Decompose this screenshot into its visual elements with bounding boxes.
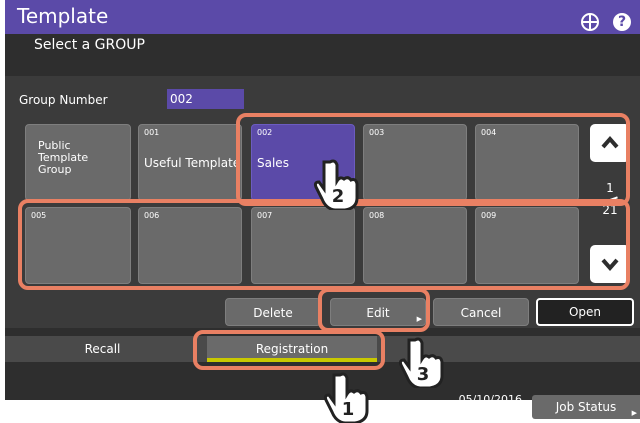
group-number-label: Group Number (19, 93, 108, 107)
status-time: 16:12 (490, 404, 522, 417)
callout-step2-top (236, 113, 630, 206)
group-tile-001[interactable]: 001 Useful Template (138, 124, 242, 201)
callout-step2-bottom (18, 199, 630, 290)
group-tile-name: Useful Template (144, 156, 241, 170)
title-bar: Template (5, 0, 640, 34)
status-datetime: 05/10/2016 16:12 (452, 394, 522, 416)
pointing-hand-icon: 1 (323, 372, 369, 423)
step-2-number: 2 (332, 186, 345, 207)
open-button[interactable]: Open (536, 298, 634, 326)
help-icon[interactable]: ? (613, 13, 631, 31)
job-status-label: Job Status (555, 400, 617, 414)
callout-registration (193, 330, 385, 370)
pointing-hand-icon: 2 (313, 159, 359, 210)
step-3-number: 3 (417, 364, 430, 385)
cancel-button[interactable]: Cancel (433, 298, 529, 326)
pointing-hand-icon: 3 (398, 337, 444, 388)
page-subtitle: Select a GROUP (34, 37, 145, 53)
callout-edit (318, 288, 430, 332)
step-1-number: 1 (342, 399, 355, 420)
job-status-button[interactable]: Job Status ▶ (532, 395, 640, 419)
public-template-group-label: Public Template Group (38, 139, 89, 176)
page-title: Template (17, 4, 109, 28)
delete-button[interactable]: Delete (225, 298, 321, 326)
globe-icon[interactable] (581, 13, 599, 31)
tab-recall[interactable]: Recall (10, 336, 195, 362)
group-number-field[interactable]: 002 (167, 89, 244, 109)
submenu-arrow-icon: ▶ (631, 409, 637, 417)
group-tile-number: 001 (144, 128, 160, 137)
public-template-group-button[interactable]: Public Template Group (25, 124, 131, 201)
